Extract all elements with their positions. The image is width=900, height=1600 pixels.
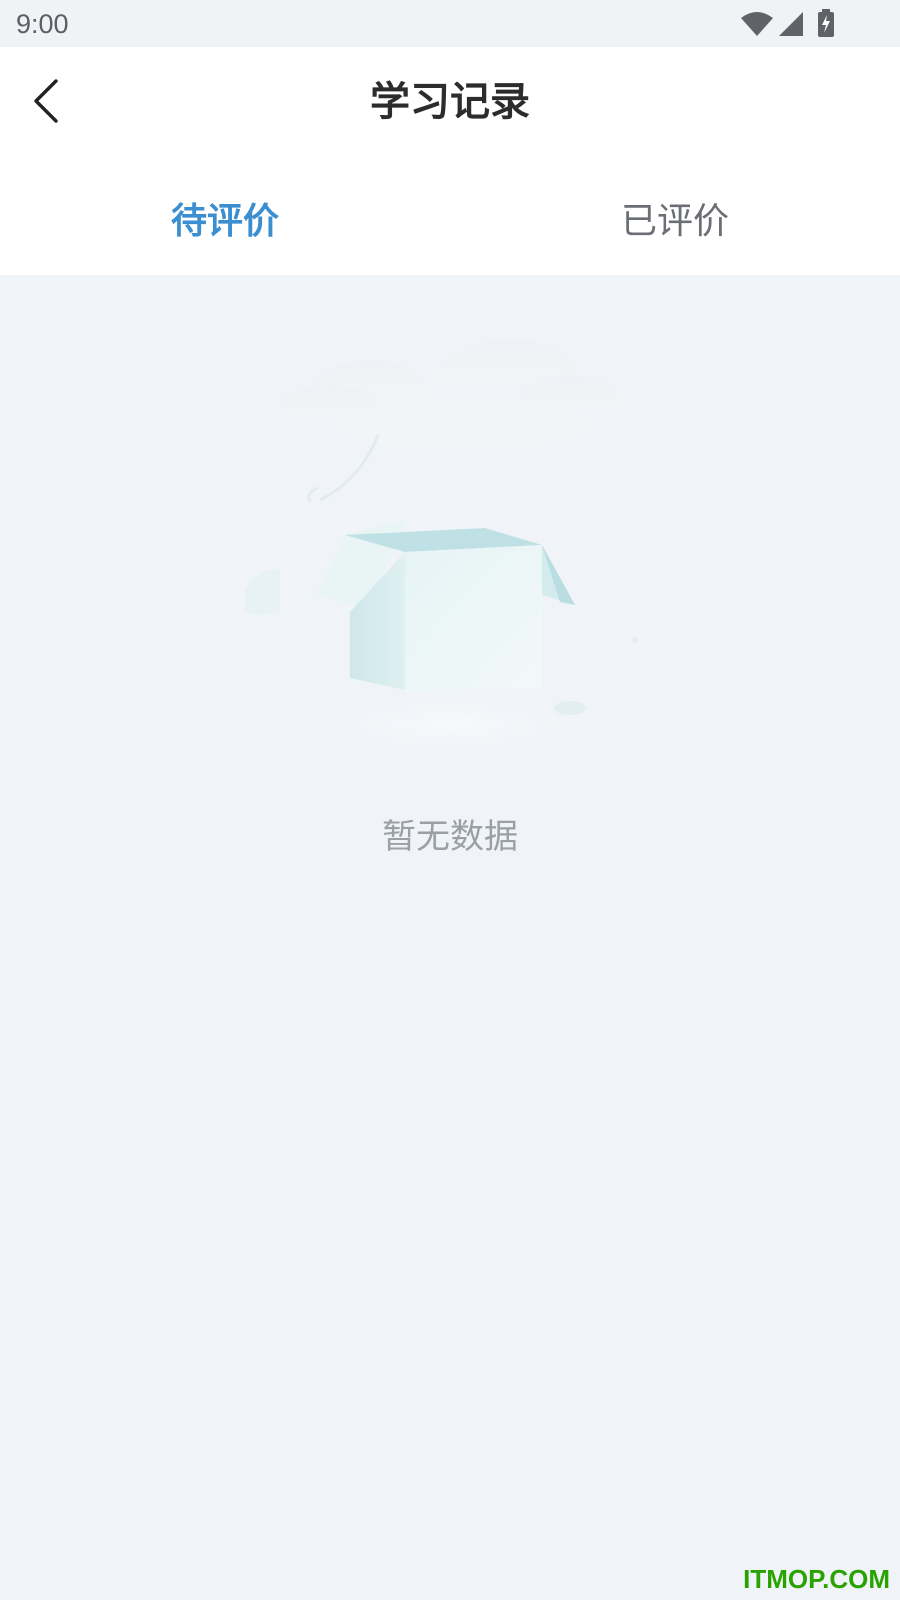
page-title: 学习记录 [370, 79, 530, 125]
tab-bar: 待评价 已评价 [0, 187, 900, 257]
tab-pending-review[interactable]: 待评价 [0, 187, 450, 257]
tab-reviewed[interactable]: 已评价 [450, 187, 900, 257]
battery-charging-icon [818, 9, 834, 37]
wifi-icon [741, 12, 773, 36]
status-bar: 9:00 [0, 0, 900, 47]
app-header: 学习记录 待评价 已评价 [0, 47, 900, 275]
box-icon [315, 520, 575, 690]
empty-state-message: 暂无数据 [382, 817, 518, 857]
signal-icon [779, 12, 803, 36]
empty-box-illustration [245, 340, 638, 757]
cloud-icon [275, 340, 625, 450]
status-time: 9:00 [16, 9, 69, 39]
watermark: ITMOP.COM [743, 1564, 890, 1594]
status-icons [740, 0, 900, 47]
